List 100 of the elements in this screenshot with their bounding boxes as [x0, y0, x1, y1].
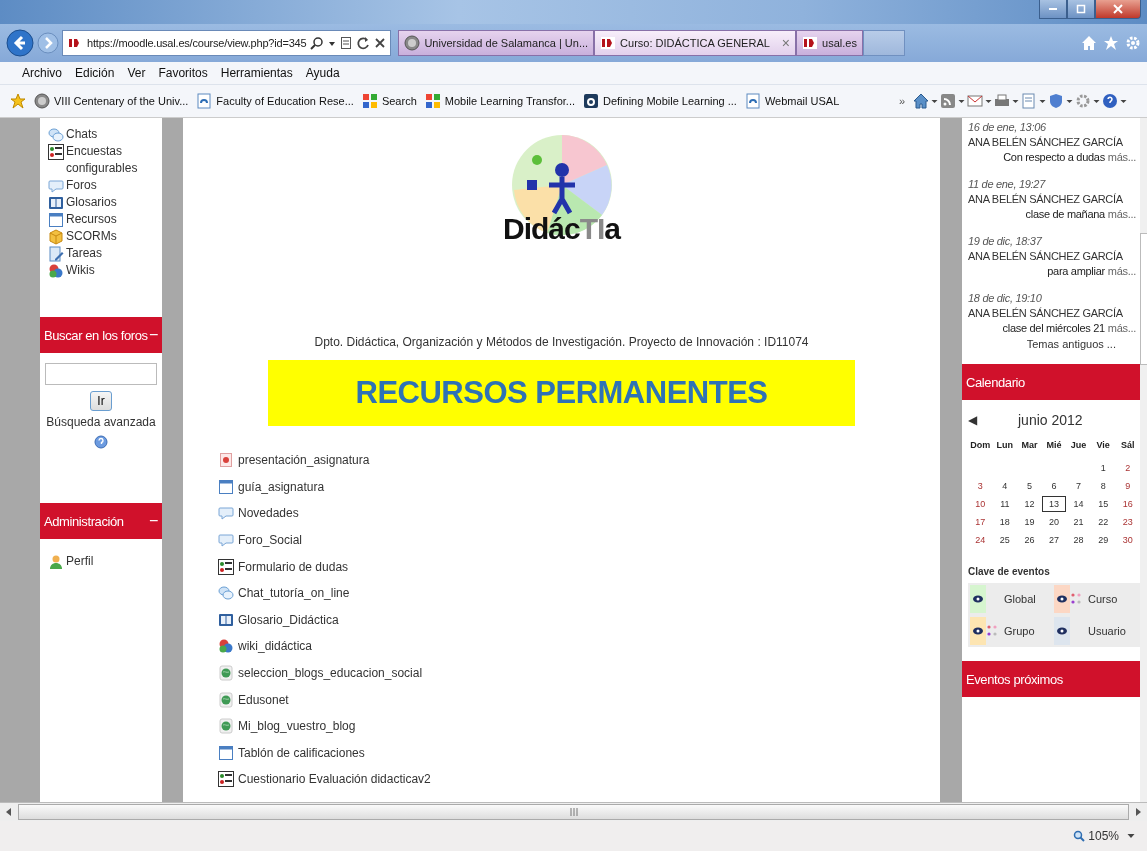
close-button[interactable] — [1095, 0, 1141, 19]
menu-item[interactable]: Favoritos — [158, 66, 208, 80]
event-color-swatch[interactable] — [970, 585, 986, 613]
resource-link[interactable]: Tablón de calificaciones — [218, 739, 431, 767]
older-topics-link[interactable]: Temas antiguos ... — [968, 338, 1140, 350]
more-favorites-button[interactable]: » — [898, 95, 905, 107]
activity-link[interactable]: Wikis — [48, 262, 148, 279]
resource-link[interactable]: Novedades — [218, 500, 431, 527]
scroll-thumb[interactable] — [18, 804, 1129, 820]
go-button[interactable]: Ir — [90, 391, 112, 411]
calendar-day[interactable]: 11 — [992, 496, 1018, 512]
calendar-day[interactable]: 12 — [1017, 496, 1042, 512]
calendar-day[interactable]: 23 — [1115, 514, 1140, 530]
scroll-thumb[interactable] — [1140, 233, 1147, 365]
calendar-day[interactable]: 22 — [1090, 514, 1116, 530]
browser-tab[interactable]: Universidad de Salamanca | Un... — [398, 30, 595, 56]
back-button[interactable] — [6, 29, 34, 57]
search-field[interactable] — [45, 363, 157, 385]
calendar-day[interactable]: 28 — [1066, 532, 1091, 548]
activity-link[interactable]: Recursos — [48, 211, 148, 228]
calendar-day[interactable]: 8 — [1090, 478, 1116, 494]
mail-icon[interactable] — [967, 93, 983, 109]
admin-link[interactable]: Perfil — [40, 553, 148, 570]
calendar-day[interactable]: 27 — [1041, 532, 1067, 548]
favorite-link[interactable]: Defining Mobile Learning ... — [583, 93, 737, 109]
tab-close-button[interactable]: × — [781, 35, 791, 51]
menu-item[interactable]: Archivo — [22, 66, 62, 80]
resource-link[interactable]: guía_asignatura — [218, 473, 431, 501]
minimize-button[interactable] — [1039, 0, 1067, 19]
search-icon[interactable] — [310, 36, 325, 50]
refresh-icon[interactable] — [356, 36, 371, 50]
more-link[interactable]: más... — [1107, 322, 1136, 334]
home-icon[interactable] — [913, 93, 929, 109]
menu-item[interactable]: Ver — [127, 66, 146, 80]
activity-link[interactable]: Foros — [48, 177, 148, 194]
calendar-day[interactable]: 20 — [1041, 514, 1067, 530]
calendar-day[interactable]: 2 — [1115, 460, 1140, 476]
help-icon[interactable] — [94, 435, 108, 449]
menu-item[interactable]: Herramientas — [220, 66, 293, 80]
collapse-button[interactable]: − — [149, 512, 158, 530]
calendar-day[interactable]: 29 — [1090, 532, 1116, 548]
resource-link[interactable]: wiki_didáctica — [218, 633, 431, 660]
star-icon[interactable] — [1103, 35, 1119, 51]
calendar-day[interactable]: 18 — [992, 514, 1018, 530]
activity-link[interactable]: Encuestas configurables — [48, 143, 148, 177]
calendar-day[interactable]: 9 — [1115, 478, 1140, 494]
activity-link[interactable]: SCORMs — [48, 228, 148, 245]
more-link[interactable]: más... — [1107, 265, 1136, 277]
activity-link[interactable]: Glosarios — [48, 194, 148, 211]
calendar-day[interactable]: 5 — [1017, 478, 1042, 494]
calendar-day[interactable]: 14 — [1066, 496, 1091, 512]
favorite-link[interactable]: VIII Centenary of the Univ... — [34, 93, 189, 109]
calendar-day[interactable]: 24 — [968, 532, 993, 548]
calendar-day[interactable]: 30 — [1115, 532, 1140, 548]
scroll-right-icon[interactable] — [1133, 807, 1143, 817]
horizontal-scrollbar[interactable] — [0, 802, 1147, 821]
resource-link[interactable]: Mi_blog_vuestro_blog — [218, 712, 431, 740]
address-bar[interactable]: https://moodle.usal.es/course/view.php?id=345 — [62, 30, 392, 56]
browser-tab[interactable]: Curso: DIDÁCTICA GENERAL × — [594, 30, 797, 56]
calendar-day[interactable]: 26 — [1017, 532, 1042, 548]
resource-link[interactable]: Chat_tutoría_on_line — [218, 579, 431, 607]
resource-link[interactable]: Formulario de dudas — [218, 553, 431, 580]
calendar-day[interactable]: 4 — [992, 478, 1018, 494]
event-color-swatch[interactable] — [1054, 617, 1070, 645]
document-icon[interactable] — [340, 36, 353, 50]
forward-button[interactable] — [37, 32, 59, 54]
resource-link[interactable]: presentación_asignatura — [218, 447, 431, 474]
collapse-button[interactable]: − — [149, 326, 158, 344]
resource-link[interactable]: Edusonet — [218, 686, 431, 713]
browser-tab[interactable]: usal.es — [796, 30, 863, 56]
calendar-day[interactable]: 16 — [1115, 496, 1140, 512]
favorite-link[interactable]: Faculty of Education Rese... — [196, 93, 354, 109]
resource-link[interactable]: Foro_Social — [218, 526, 431, 554]
scroll-left-icon[interactable] — [4, 807, 14, 817]
event-color-swatch[interactable] — [1054, 585, 1070, 613]
calendar-day[interactable]: 19 — [1017, 514, 1042, 530]
resource-link[interactable]: Glosario_Didáctica — [218, 606, 431, 634]
zoom-level-button[interactable]: 105% — [1073, 829, 1119, 843]
previous-month-button[interactable]: ◀ — [968, 413, 1018, 427]
dropdown-caret-icon[interactable] — [1127, 832, 1135, 840]
calendar-day[interactable]: 1 — [1090, 460, 1116, 476]
maximize-button[interactable] — [1067, 0, 1095, 19]
activity-link[interactable]: Chats — [48, 126, 148, 143]
resource-link[interactable]: seleccion_blogs_educacion_social — [218, 659, 431, 687]
calendar-day[interactable]: 7 — [1066, 478, 1091, 494]
new-tab-button[interactable] — [862, 30, 905, 56]
resource-link[interactable]: Cuestionario Evaluación didacticav2 — [218, 766, 431, 793]
favorite-link[interactable]: Mobile Learning Transfor... — [424, 93, 575, 109]
calendar-day[interactable]: 3 — [968, 478, 993, 494]
favorite-link[interactable]: Webmail USAL — [744, 93, 840, 109]
shield-icon[interactable] — [1048, 93, 1064, 109]
event-color-swatch[interactable] — [970, 617, 986, 645]
calendar-day[interactable]: 13 — [1041, 496, 1067, 512]
more-link[interactable]: más... — [1107, 151, 1136, 163]
printer-icon[interactable] — [994, 93, 1010, 109]
calendar-day[interactable]: 6 — [1041, 478, 1067, 494]
menu-item[interactable]: Ayuda — [305, 66, 340, 80]
activity-link[interactable]: Tareas — [48, 245, 148, 262]
advanced-search-link[interactable]: Búsqueda avanzada — [46, 415, 156, 429]
menu-item[interactable]: Edición — [75, 66, 115, 80]
